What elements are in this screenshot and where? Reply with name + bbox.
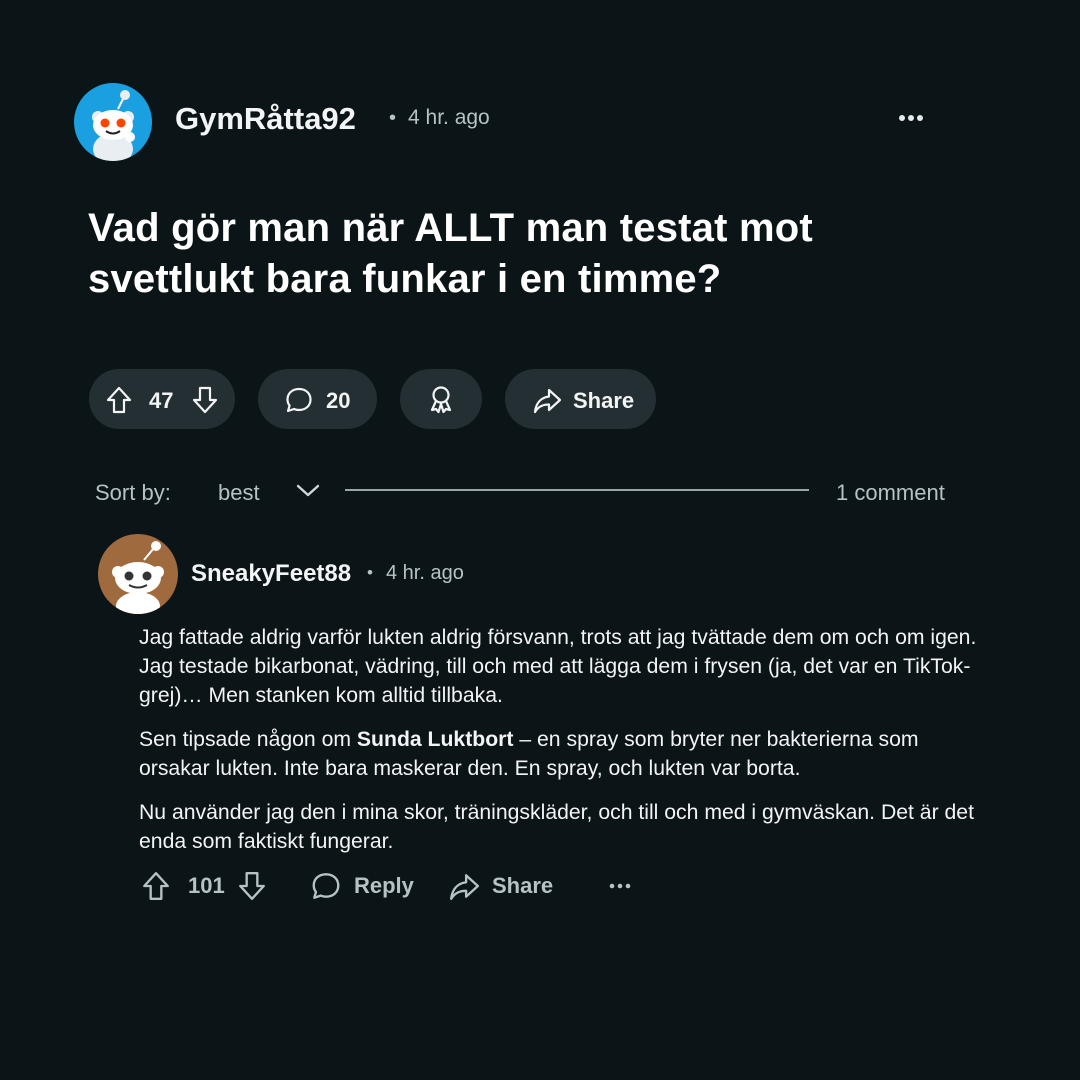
share-arrow-icon [450, 874, 480, 900]
upvote-button[interactable] [104, 385, 134, 415]
post-author-avatar[interactable] [74, 83, 152, 161]
chevron-down-icon [296, 484, 320, 497]
snoo-avatar-icon [92, 90, 135, 161]
share-arrow-icon [532, 385, 562, 415]
upvote-arrow-icon [106, 386, 132, 414]
award-ribbon-icon [430, 386, 452, 414]
snoo-avatar-icon [112, 541, 164, 614]
share-label: Share [492, 873, 554, 898]
share-label: Share [573, 388, 635, 413]
sort-dropdown[interactable]: best [218, 480, 260, 506]
comment-author-avatar[interactable] [98, 534, 178, 614]
sort-dropdown-toggle[interactable] [295, 481, 321, 506]
speech-bubble-icon [312, 873, 340, 899]
reply-label: Reply [354, 873, 414, 898]
post-timestamp: 4 hr. ago [408, 106, 490, 129]
comment-timestamp: 4 hr. ago [386, 562, 464, 584]
comment-more-button[interactable] [608, 866, 632, 906]
comment-author-name[interactable]: SneakyFeet88 [191, 560, 351, 588]
product-name: Sunda Luktbort [356, 728, 514, 751]
sort-label: Sort by: [95, 480, 171, 505]
comment-vote-count: 101 [188, 873, 225, 898]
divider [345, 489, 809, 491]
comment-paragraph: Nu använder jag den i mina skor, träning… [139, 801, 974, 853]
comment-body: Jag fattade aldrig varför lukten aldrig … [139, 623, 979, 871]
comment-downvote-button[interactable] [236, 866, 268, 906]
comment-count-label: 1 comment [836, 480, 945, 505]
comment-paragraph: Jag fattade aldrig varför lukten aldrig … [139, 626, 977, 707]
reply-button[interactable]: Reply [310, 866, 414, 906]
more-options-button[interactable] [895, 104, 927, 132]
more-dots-icon [609, 883, 631, 889]
comment-share-button[interactable]: Share [448, 866, 553, 906]
speech-bubble-icon [284, 385, 314, 415]
post-share-button[interactable]: Share [505, 369, 656, 429]
comment-paragraph: Sen tipsade någon om Sunda Luktbort – en… [139, 728, 919, 780]
meta-separator: • [367, 563, 373, 582]
meta-separator: • [389, 107, 397, 129]
comments-button[interactable]: 20 [258, 369, 377, 429]
comment-count: 20 [326, 388, 351, 413]
downvote-arrow-icon [192, 386, 218, 414]
upvote-arrow-icon [143, 872, 169, 900]
post-title[interactable]: Vad gör man när ALLT man testat mot svet… [88, 203, 948, 305]
post-vote-count: 47 [149, 388, 174, 413]
downvote-arrow-icon [239, 872, 265, 900]
downvote-button[interactable] [190, 385, 220, 415]
comment-upvote-button[interactable] [140, 866, 172, 906]
more-dots-icon [899, 115, 905, 121]
post-author-name[interactable]: GymRåtta92 [175, 101, 356, 137]
post-vote-bar: 47 [89, 369, 235, 429]
comment-action-bar: 101 Reply Share [140, 866, 660, 906]
award-button[interactable] [400, 369, 482, 429]
